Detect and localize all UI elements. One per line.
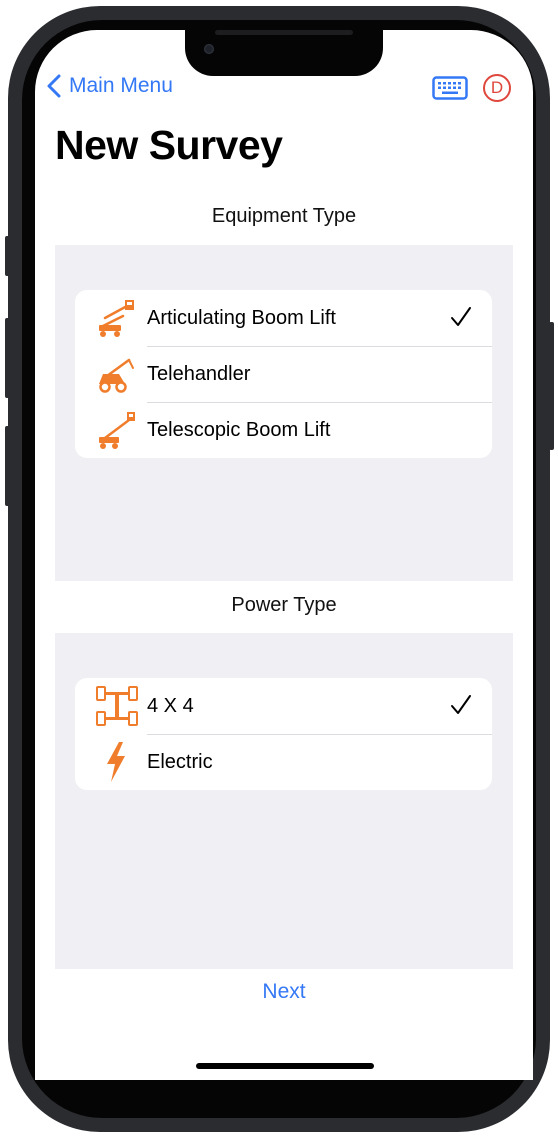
- list-item-label: Articulating Boom Lift: [147, 306, 336, 329]
- checkmark-icon: [451, 695, 471, 714]
- four-by-four-axle-icon: [96, 686, 138, 726]
- list-item-label: 4 X 4: [147, 694, 194, 717]
- keyboard-icon: [432, 76, 468, 100]
- list-item-telescopic-boom-lift[interactable]: Telescopic Boom Lift: [75, 402, 492, 458]
- list-item-telehandler[interactable]: Telehandler: [75, 346, 492, 402]
- equipment-type-list: Articulating Boom Lift Telehandler Teles…: [75, 290, 492, 458]
- power-type-list: 4 X 4 Electric: [75, 678, 492, 790]
- page-title: New Survey: [55, 122, 283, 168]
- list-item-label: Telehandler: [147, 362, 251, 385]
- list-item-4x4[interactable]: 4 X 4: [75, 678, 492, 734]
- next-button[interactable]: Next: [35, 980, 533, 1004]
- chevron-left-icon: [47, 74, 61, 98]
- articulating-boom-lift-icon: [99, 300, 134, 337]
- equipment-type-panel: Articulating Boom Lift Telehandler Teles…: [55, 245, 513, 581]
- back-button-label: Main Menu: [69, 74, 173, 97]
- lightning-bolt-icon: [107, 742, 125, 782]
- notch: [185, 30, 383, 76]
- list-item-label: Electric: [147, 750, 213, 773]
- telehandler-icon: [99, 358, 134, 393]
- avatar[interactable]: D: [483, 74, 511, 102]
- keyboard-button[interactable]: [432, 76, 468, 105]
- power-type-panel: 4 X 4 Electric: [55, 633, 513, 969]
- equipment-type-heading: Equipment Type: [211, 205, 357, 227]
- speaker-grille: [215, 30, 353, 35]
- app-screen: Main Menu D New Survey Equipment Type Ar…: [35, 30, 533, 1080]
- checkmark-icon: [451, 307, 471, 326]
- list-item-electric[interactable]: Electric: [75, 734, 492, 790]
- list-item-articulating-boom-lift[interactable]: Articulating Boom Lift: [75, 290, 492, 346]
- list-item-label: Telescopic Boom Lift: [147, 418, 331, 441]
- power-type-heading: Power Type: [231, 594, 337, 616]
- front-camera: [204, 44, 214, 54]
- back-button[interactable]: Main Menu: [47, 74, 173, 98]
- telescopic-boom-lift-icon: [99, 412, 135, 449]
- home-indicator: [196, 1063, 374, 1069]
